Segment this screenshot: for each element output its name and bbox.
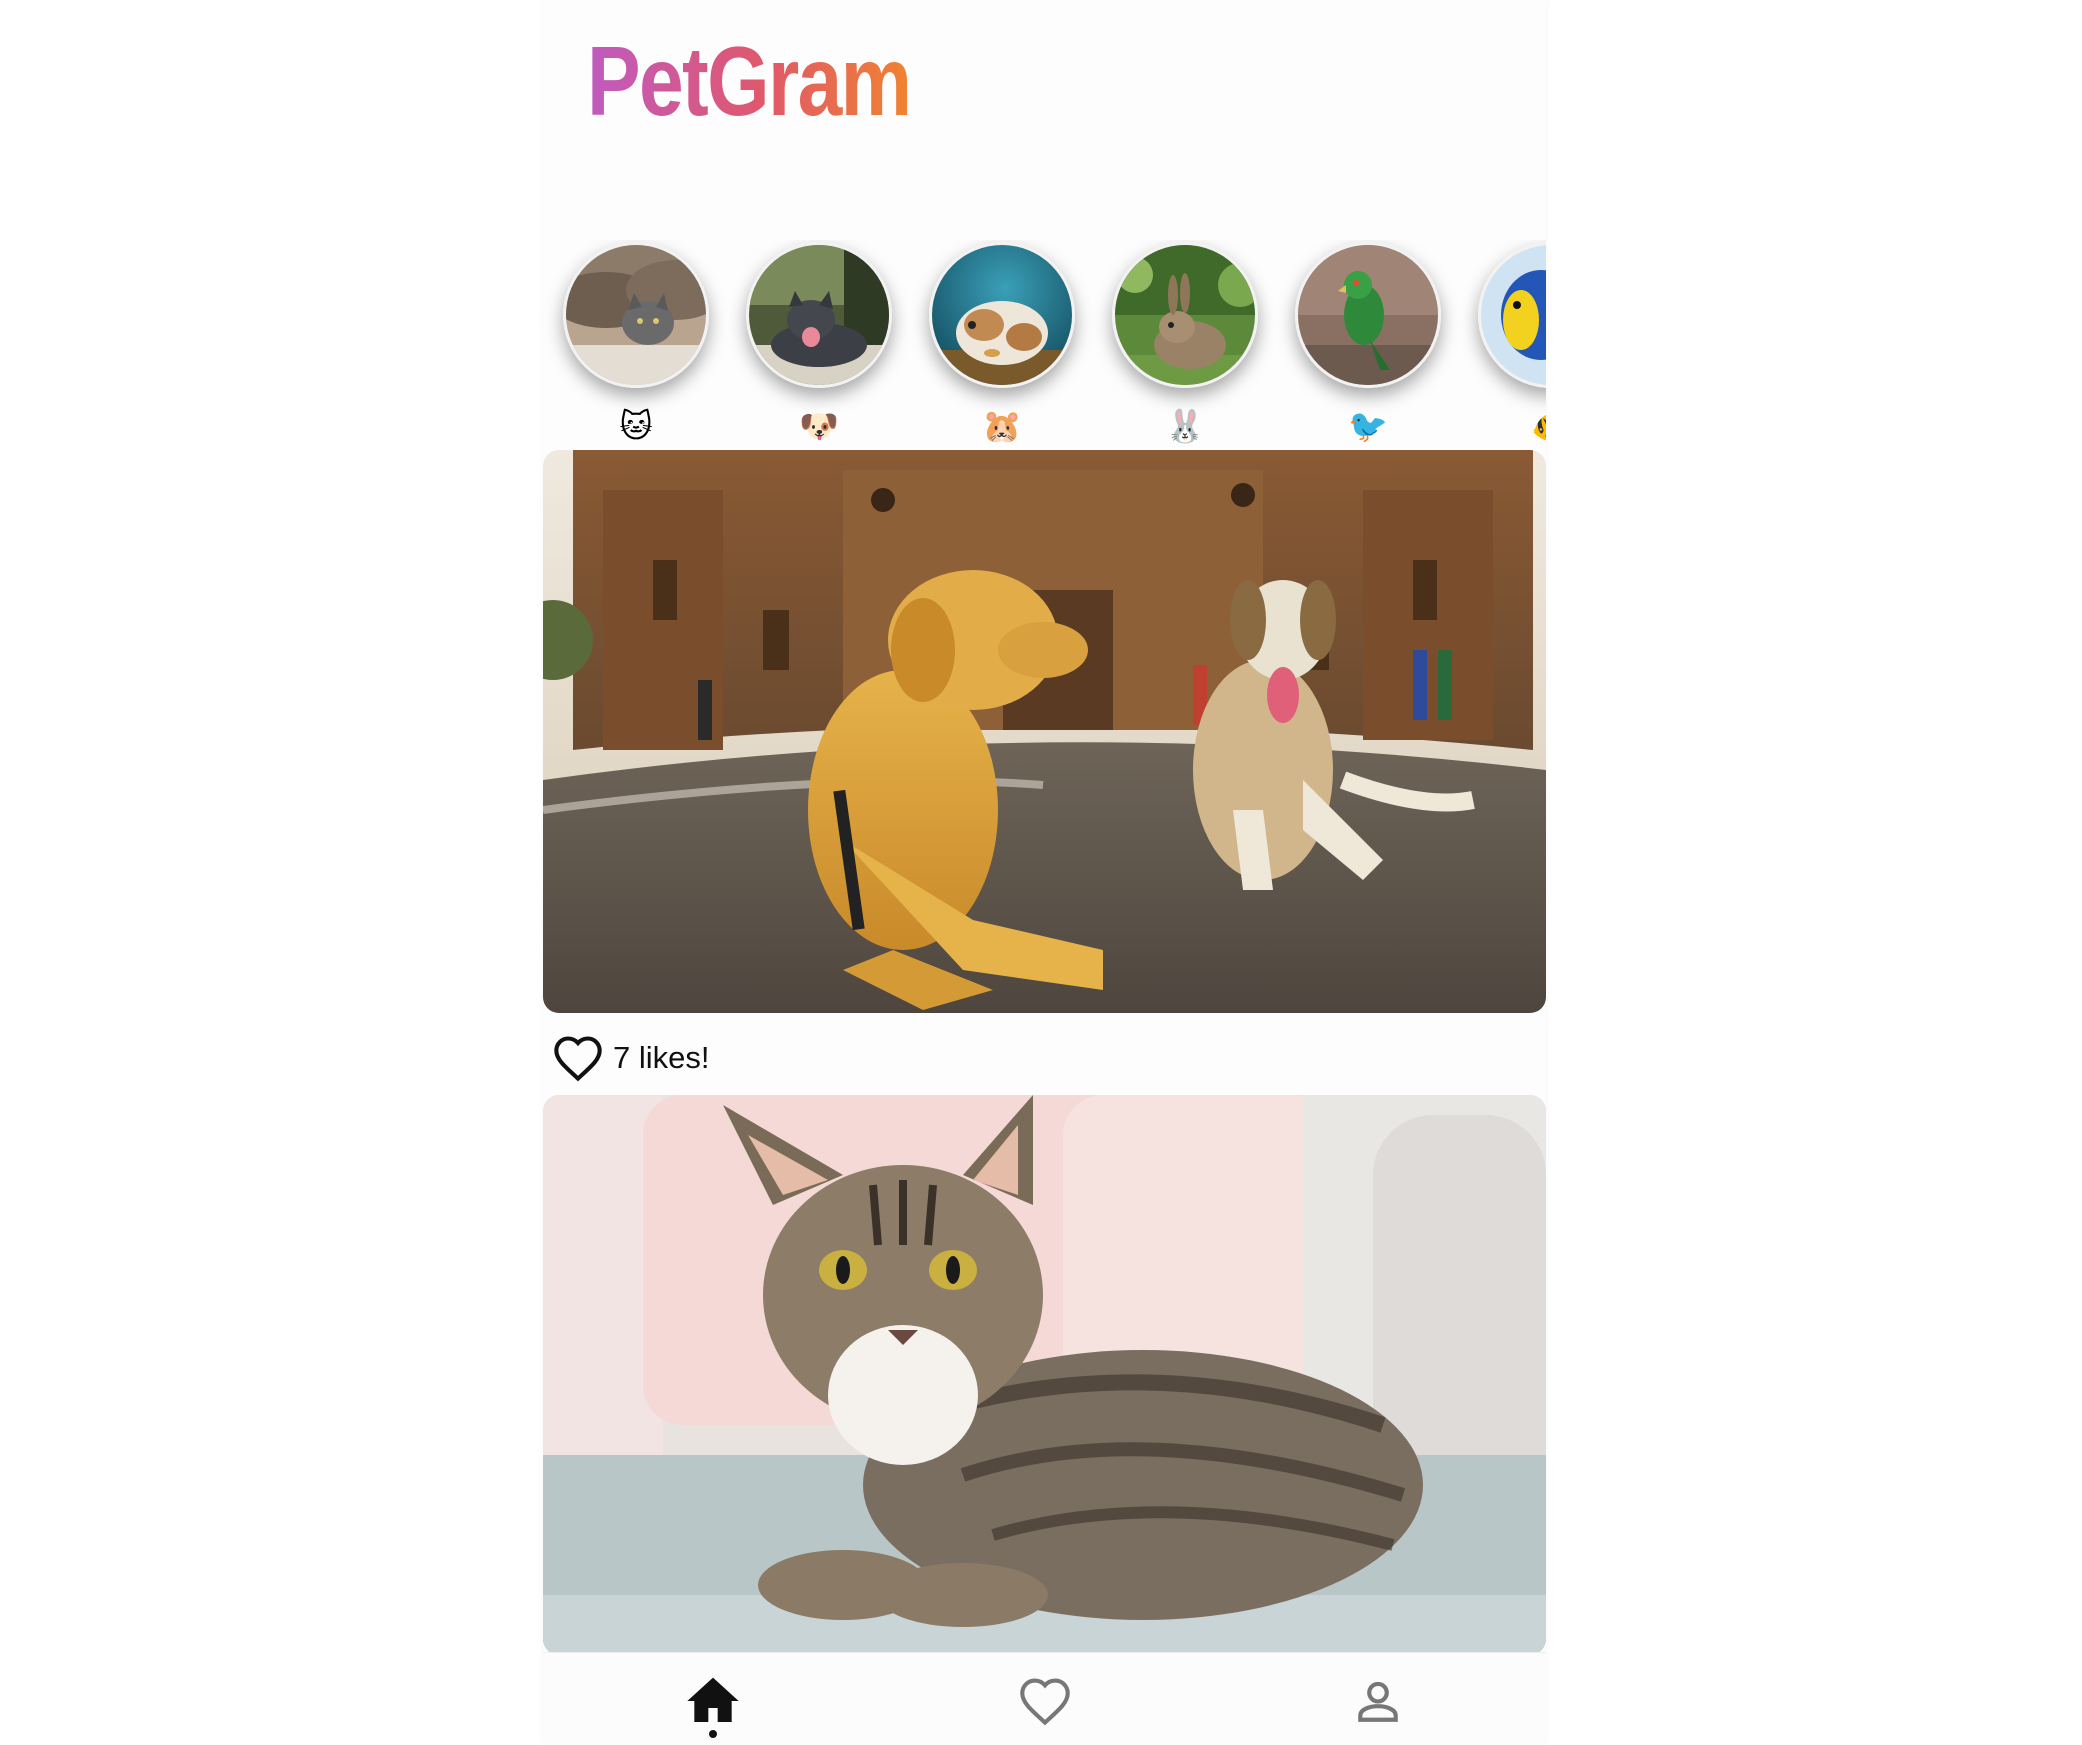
petgram-app: PetGram 🐱 🐶 🐹 🐰 🐦 7 likes! <box>543 0 1546 1745</box>
stories-carousel[interactable]: 🐱 🐶 🐹 🐰 🐦 <box>543 240 1546 450</box>
home-icon <box>687 1677 739 1722</box>
post-likes-row: 7 likes! <box>549 1030 709 1086</box>
story-avatar-rabbit[interactable] <box>1112 242 1258 388</box>
story-avatar-fish[interactable] <box>1478 242 1546 388</box>
story-avatar-cat[interactable] <box>563 242 709 388</box>
active-indicator-dot <box>709 1730 717 1738</box>
story-emoji-hamster: 🐹 <box>982 407 1022 445</box>
nav-profile[interactable] <box>1348 1671 1408 1731</box>
story-rabbit[interactable]: 🐰 <box>1112 240 1258 450</box>
nav-home[interactable] <box>683 1671 743 1738</box>
petgram-logo[interactable]: PetGram <box>587 32 912 130</box>
story-bird[interactable]: 🐦 <box>1295 240 1441 450</box>
story-dog[interactable]: 🐶 <box>746 240 892 450</box>
heart-icon[interactable] <box>549 1030 607 1086</box>
story-emoji-bird: 🐦 <box>1348 407 1388 445</box>
story-emoji-cat: 🐱 <box>619 407 653 445</box>
user-icon <box>1358 1681 1398 1722</box>
story-fish[interactable]: 🐠 <box>1478 240 1546 450</box>
story-avatar-bird[interactable] <box>1295 242 1441 388</box>
bottom-nav <box>543 1652 1546 1745</box>
story-cat[interactable]: 🐱 <box>563 240 709 450</box>
post-image-cat[interactable] <box>543 1095 1546 1655</box>
story-avatar-hamster[interactable] <box>929 242 1075 388</box>
story-emoji-dog: 🐶 <box>799 407 839 445</box>
story-avatar-dog[interactable] <box>746 242 892 388</box>
heart-icon <box>1020 1678 1070 1726</box>
story-emoji-fish: 🐠 <box>1478 406 1546 446</box>
story-emoji-rabbit: 🐰 <box>1165 407 1205 445</box>
story-hamster[interactable]: 🐹 <box>929 240 1075 450</box>
nav-favorites[interactable] <box>1015 1671 1075 1731</box>
post-image-dogs[interactable] <box>543 450 1546 1013</box>
likes-count: 7 likes! <box>613 1040 710 1075</box>
